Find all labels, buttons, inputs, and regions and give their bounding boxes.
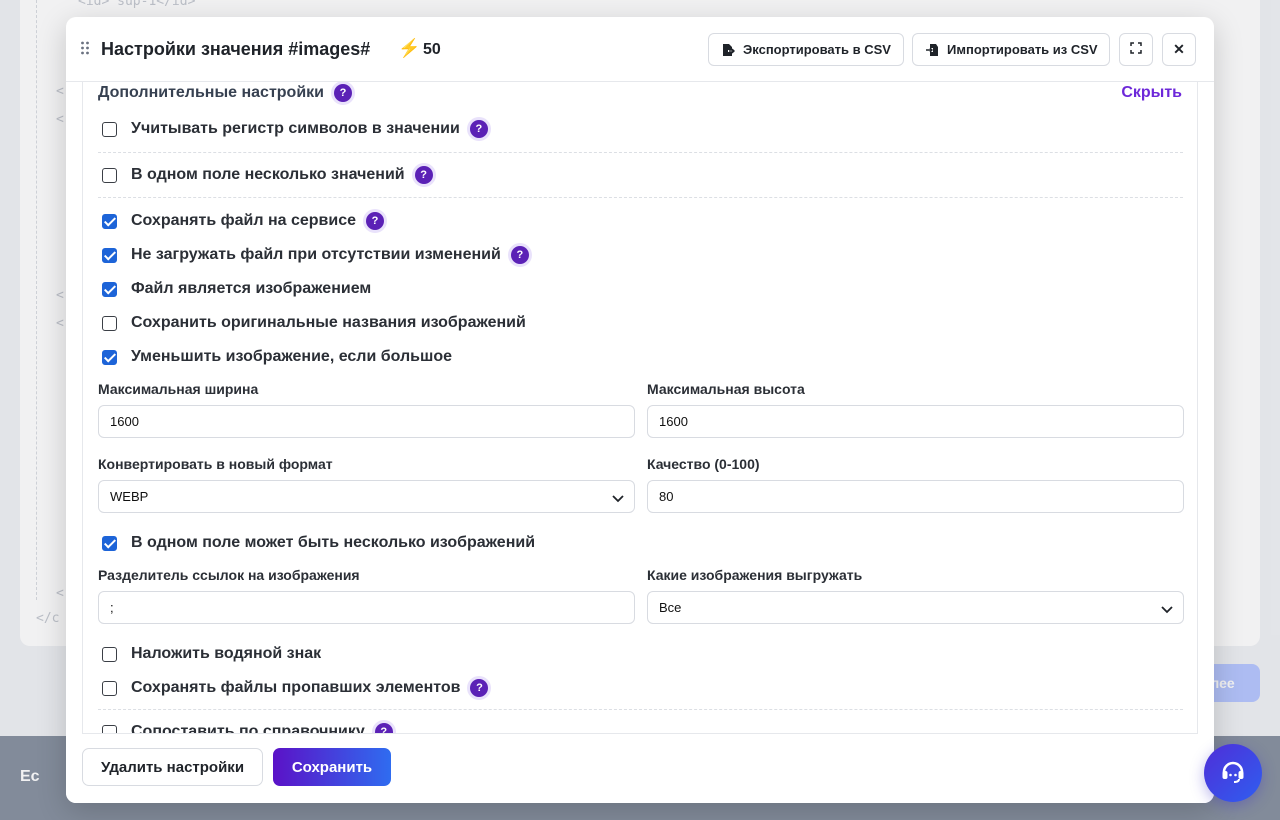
option-label: Наложить водяной знак <box>131 645 322 662</box>
help-icon[interactable]: ? <box>374 723 393 733</box>
help-icon[interactable]: ? <box>510 246 529 264</box>
option-label: Сохранять файл на сервисе <box>131 212 357 229</box>
option-label: Учитывать регистр символов в значении <box>131 120 460 137</box>
modal-body[interactable]: Дополнительные настройки ? Скрыть Учитыв… <box>82 82 1198 734</box>
option-label: Файл является изображением <box>131 280 372 297</box>
max-height-input[interactable]: 1600 <box>647 405 1184 438</box>
credit-count: 50 <box>423 41 441 58</box>
option-save-file[interactable]: Сохранять файл на сервисе ? <box>102 212 385 230</box>
which-images-label: Какие изображения выгружать <box>647 567 863 583</box>
option-skip-unchanged[interactable]: Не загружать файл при отсутствии изменен… <box>102 246 529 264</box>
support-chat-button[interactable] <box>1204 744 1262 802</box>
close-icon: ✕ <box>1173 41 1185 57</box>
help-icon[interactable]: ? <box>469 120 488 138</box>
checkbox[interactable] <box>102 646 117 662</box>
max-width-input[interactable]: 1600 <box>98 405 635 438</box>
option-label: Сохранять файлы пропавших элементов <box>131 679 461 696</box>
modal-footer: Удалить настройки Сохранить <box>66 734 1214 803</box>
value-settings-modal: Настройки значения #images# ⚡ 50 Экспорт… <box>66 17 1214 803</box>
checkbox[interactable] <box>102 167 117 183</box>
which-images-select[interactable]: Все <box>647 591 1184 624</box>
chevron-down-icon <box>1161 602 1173 614</box>
divider <box>98 709 1183 710</box>
import-csv-button[interactable]: Импортировать из CSV <box>912 33 1110 66</box>
format-label: Конвертировать в новый формат <box>98 456 333 472</box>
option-label: В одном поле несколько значений <box>131 166 405 183</box>
save-button[interactable]: Сохранить <box>273 748 391 786</box>
separator-value: ; <box>110 600 114 615</box>
max-height-label: Максимальная высота <box>647 381 805 397</box>
checkbox-checked[interactable] <box>102 535 117 551</box>
checkbox[interactable] <box>102 121 117 137</box>
section-title-text: Дополнительные настройки <box>98 84 324 101</box>
divider <box>98 197 1183 198</box>
export-csv-button[interactable]: Экспортировать в CSV <box>708 33 904 66</box>
option-case-sensitive[interactable]: Учитывать регистр символов в значении ? <box>102 120 488 138</box>
checkbox[interactable] <box>102 724 117 733</box>
section-title: Дополнительные настройки ? <box>98 84 352 102</box>
checkbox-checked[interactable] <box>102 349 117 365</box>
option-multiple-images[interactable]: В одном поле может быть несколько изобра… <box>102 534 535 552</box>
separator-label: Разделитель ссылок на изображения <box>98 567 360 583</box>
option-keep-missing-files[interactable]: Сохранять файлы пропавших элементов ? <box>102 679 489 697</box>
option-keep-original-names[interactable]: Сохранить оригинальные названия изображе… <box>102 314 526 332</box>
option-multiple-values[interactable]: В одном поле несколько значений ? <box>102 166 433 184</box>
help-icon[interactable]: ? <box>366 212 385 230</box>
lightning-icon: ⚡ <box>398 38 421 58</box>
hide-section-link[interactable]: Скрыть <box>1121 84 1182 102</box>
help-icon[interactable]: ? <box>414 166 433 184</box>
delete-settings-button[interactable]: Удалить настройки <box>82 748 263 786</box>
quality-value: 80 <box>659 489 674 504</box>
checkbox-checked[interactable] <box>102 281 117 297</box>
max-width-value: 1600 <box>110 414 139 429</box>
chevron-down-icon <box>612 491 624 503</box>
option-label: В одном поле может быть несколько изобра… <box>131 534 536 551</box>
drag-handle-icon[interactable] <box>80 41 90 55</box>
quality-label: Качество (0-100) <box>647 456 760 472</box>
checkbox[interactable] <box>102 315 117 331</box>
help-icon[interactable]: ? <box>470 679 489 697</box>
separator-input[interactable]: ; <box>98 591 635 624</box>
checkbox[interactable] <box>102 680 117 696</box>
option-label: Уменьшить изображение, если большое <box>131 348 453 365</box>
close-button[interactable]: ✕ <box>1162 33 1196 66</box>
option-watermark[interactable]: Наложить водяной знак <box>102 645 321 663</box>
file-import-icon <box>925 43 939 57</box>
option-label: Сохранить оригинальные названия изображе… <box>131 314 526 331</box>
help-icon[interactable]: ? <box>334 84 352 102</box>
headset-icon <box>1218 756 1248 791</box>
max-width-label: Максимальная ширина <box>98 381 259 397</box>
checkbox-checked[interactable] <box>102 247 117 263</box>
modal-title: Настройки значения #images# <box>101 39 371 59</box>
which-images-value: Все <box>659 600 682 615</box>
divider <box>98 152 1183 153</box>
checkbox-checked[interactable] <box>102 213 117 229</box>
format-value: WEBP <box>110 489 149 504</box>
modal-header: Настройки значения #images# ⚡ 50 Экспорт… <box>66 17 1214 82</box>
fullscreen-button[interactable] <box>1119 33 1153 66</box>
import-csv-label: Импортировать из CSV <box>947 42 1098 57</box>
export-csv-label: Экспортировать в CSV <box>743 42 891 57</box>
option-label: Не загружать файл при отсутствии изменен… <box>131 246 501 263</box>
option-resize-large[interactable]: Уменьшить изображение, если большое <box>102 348 452 366</box>
expand-icon <box>1130 42 1142 57</box>
format-select[interactable]: WEBP <box>98 480 635 513</box>
option-label: Сопоставить по справочнику <box>131 723 365 734</box>
max-height-value: 1600 <box>659 414 688 429</box>
option-match-dictionary[interactable]: Сопоставить по справочнику ? <box>102 723 393 734</box>
quality-input[interactable]: 80 <box>647 480 1184 513</box>
file-export-icon <box>721 43 735 57</box>
option-is-image[interactable]: Файл является изображением <box>102 280 371 298</box>
